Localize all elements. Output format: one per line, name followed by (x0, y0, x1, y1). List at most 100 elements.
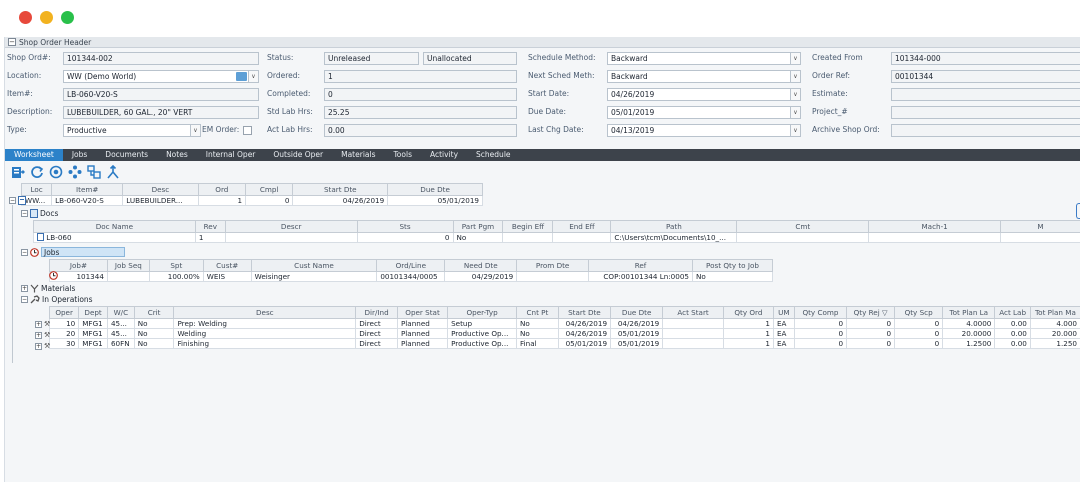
tree-node-docs[interactable]: − Docs (21, 209, 58, 218)
col-header[interactable]: Sts (356, 220, 454, 233)
col-header[interactable]: W/C (106, 306, 135, 319)
col-header[interactable]: UM (772, 306, 795, 319)
col-header[interactable]: Rev (194, 220, 226, 233)
collapse-toggle[interactable]: − (9, 197, 16, 204)
collapse-toggle[interactable]: − (21, 210, 28, 217)
col-header[interactable]: Job# (49, 259, 108, 272)
col-header[interactable]: Tot Plan La (942, 306, 996, 319)
col-header[interactable]: Start Dte (557, 306, 612, 319)
col-header[interactable]: Need Dte (444, 259, 518, 272)
hierarchy-icon[interactable] (86, 164, 102, 180)
col-header[interactable]: Cmpl (245, 183, 294, 196)
target-icon[interactable] (48, 164, 64, 180)
col-header[interactable]: Desc (173, 306, 357, 319)
col-header[interactable]: Item# (51, 183, 124, 196)
col-header[interactable]: Path (610, 220, 738, 233)
estimate-field[interactable] (891, 88, 1080, 101)
col-header[interactable]: Qty Scp (894, 306, 944, 319)
col-header[interactable]: Oper (48, 306, 80, 319)
collapse-toggle[interactable]: − (21, 248, 28, 256)
col-header[interactable]: Cust# (202, 259, 252, 272)
tree-node-shop-order[interactable]: − (9, 196, 26, 205)
col-header[interactable]: Act Start (662, 306, 724, 319)
start-date-field[interactable]: 04/26/2019 ∨ (607, 88, 801, 101)
move-icon[interactable] (67, 164, 83, 180)
ordered-field[interactable]: 1 (324, 70, 517, 83)
collapse-toggle[interactable]: − (21, 296, 28, 303)
status-field[interactable]: Unreleased (324, 52, 419, 65)
due-date-field[interactable]: 05/01/2019 ∨ (607, 106, 801, 119)
col-header[interactable]: Qty Rej ▽ (846, 306, 896, 319)
col-header[interactable]: Ref (588, 259, 693, 272)
col-header[interactable]: Post Qty to Job (691, 259, 774, 272)
chevron-down-icon[interactable]: ∨ (790, 89, 800, 100)
col-header[interactable]: Job Seq (106, 259, 150, 272)
tab-worksheet[interactable]: Worksheet (5, 149, 63, 161)
table-row[interactable]: WW... LB-060-V20-S LUBEBUILDER... 1 0 04… (20, 195, 483, 206)
side-panel-handle[interactable] (1076, 203, 1080, 219)
col-header[interactable]: Oper-Typ (447, 306, 518, 319)
doc-name-link[interactable]: LB-060 (33, 232, 196, 243)
tab-materials[interactable]: Materials (332, 149, 384, 161)
col-header[interactable]: Part Pgm (452, 220, 504, 233)
operation-row-node[interactable]: + ⚒ (35, 342, 50, 350)
table-row[interactable]: 10 MFG1 45... No Prep: Welding Direct Pl… (48, 318, 1080, 329)
chevron-down-icon[interactable]: ∨ (790, 53, 800, 64)
next-sched-meth-field[interactable]: Backward ∨ (607, 70, 801, 83)
close-window-button[interactable] (19, 11, 32, 24)
col-header[interactable]: End Eff (552, 220, 612, 233)
last-chg-date-field[interactable]: 04/13/2019 ∨ (607, 124, 801, 137)
col-header[interactable]: Descr (224, 220, 358, 233)
chevron-down-icon[interactable]: ∨ (790, 125, 800, 136)
col-header[interactable]: Oper Stat (396, 306, 449, 319)
tree-node-jobs[interactable]: − Jobs (21, 247, 125, 257)
location-field[interactable]: WW (Demo World) ∨ (63, 70, 259, 83)
col-header[interactable]: Prom Dte (516, 259, 590, 272)
tab-jobs[interactable]: Jobs (63, 149, 96, 161)
col-header[interactable]: Begin Eff (502, 220, 554, 233)
col-header[interactable]: Spt (148, 259, 204, 272)
expand-toggle[interactable]: + (35, 342, 42, 350)
chevron-down-icon[interactable]: ∨ (790, 107, 800, 118)
tree-node-materials[interactable]: + Materials (21, 284, 75, 293)
col-header[interactable]: Qty Comp (793, 306, 848, 319)
col-header[interactable]: Ord (197, 183, 247, 196)
expand-toggle[interactable]: + (35, 331, 42, 339)
operation-row-node[interactable]: + ⚒ (35, 331, 50, 339)
path-link[interactable]: C:\Users\tcm\Documents\10_... (610, 232, 738, 243)
tab-documents[interactable]: Documents (96, 149, 157, 161)
col-header[interactable]: Doc Name (33, 220, 196, 233)
chevron-down-icon[interactable]: ∨ (248, 71, 258, 82)
allocation-status-field[interactable]: Unallocated (423, 52, 517, 65)
table-row[interactable]: 101344 100.00% WEIS Weisinger 00101344/0… (49, 271, 774, 282)
table-row[interactable]: 30 MFG1 60FN No Finishing Direct Planned… (48, 338, 1080, 349)
tab-activity[interactable]: Activity (421, 149, 467, 161)
merge-icon[interactable] (105, 164, 121, 180)
export-icon[interactable] (10, 164, 26, 180)
col-header[interactable]: Cnt Pt (516, 306, 559, 319)
col-header[interactable]: Ord/Line (376, 259, 446, 272)
archive-shop-ord-field[interactable] (891, 124, 1080, 137)
location-lookup-icon[interactable] (236, 72, 247, 81)
std-lab-hrs-field[interactable]: 25.25 (324, 106, 517, 119)
schedule-method-field[interactable]: Backward ∨ (607, 52, 801, 65)
table-row[interactable]: LB-060 1 0 No C:\Users\tcm\Documents\10_… (33, 232, 1080, 243)
col-header[interactable]: M (1000, 220, 1080, 233)
operation-row-node[interactable]: + ⚒ (35, 320, 50, 328)
description-field[interactable]: LUBEBUILDER, 60 GAL., 20" VERT (63, 106, 259, 119)
col-header[interactable]: Crit (133, 306, 175, 319)
order-ref-field[interactable]: 00101344 (891, 70, 1080, 83)
completed-field[interactable]: 0 (324, 88, 517, 101)
created-from-field[interactable]: 101344-000 (891, 52, 1080, 65)
col-header[interactable]: Due Dte (610, 306, 664, 319)
tab-outside-oper[interactable]: Outside Oper (264, 149, 332, 161)
col-header[interactable]: Start Dte (292, 183, 389, 196)
expand-toggle[interactable]: + (35, 320, 42, 328)
em-order-checkbox[interactable] (243, 126, 252, 135)
col-header[interactable]: Qty Ord (722, 306, 774, 319)
item-field[interactable]: LB-060-V20-S (63, 88, 259, 101)
chevron-down-icon[interactable]: ∨ (790, 71, 800, 82)
project-field[interactable] (891, 106, 1080, 119)
tab-schedule[interactable]: Schedule (467, 149, 519, 161)
table-row[interactable]: 20 MFG1 45... No Welding Direct Planned … (48, 328, 1080, 339)
